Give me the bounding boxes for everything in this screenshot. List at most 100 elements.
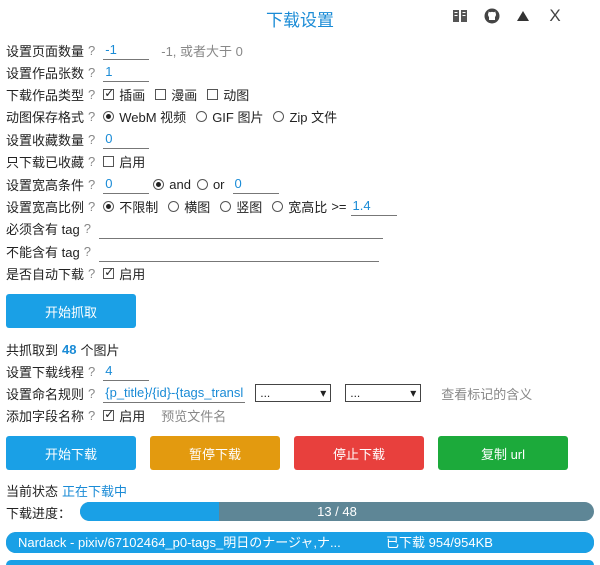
naming-select-1[interactable]: ... ▾ bbox=[255, 384, 332, 402]
radio-and[interactable]: and bbox=[153, 177, 191, 192]
threads-input[interactable] bbox=[103, 361, 150, 381]
setting-label: 动图保存格式 bbox=[6, 109, 85, 125]
checkbox-box[interactable] bbox=[103, 407, 114, 421]
work-count-input[interactable] bbox=[103, 62, 150, 82]
checkbox-auto-download[interactable]: 启用 bbox=[103, 264, 145, 283]
stop-download-button[interactable]: 停止下载 bbox=[294, 436, 424, 470]
radio-label: and bbox=[169, 176, 191, 192]
radio-label: 竖图 bbox=[236, 199, 263, 215]
radio-dot[interactable] bbox=[168, 200, 180, 212]
setting-label: 设置页面数量 bbox=[6, 43, 85, 59]
checkbox-box[interactable] bbox=[103, 86, 114, 100]
status-value: 正在下载中 bbox=[62, 483, 128, 499]
pause-download-button[interactable]: 暂停下载 bbox=[150, 436, 280, 470]
select-value: ... bbox=[350, 386, 361, 400]
help-icon[interactable]: ? bbox=[88, 266, 95, 281]
naming-help-link[interactable]: 查看标记的含义 bbox=[441, 384, 532, 403]
radio-no-limit[interactable]: 不限制 bbox=[103, 197, 158, 216]
radio-dot[interactable] bbox=[153, 178, 165, 190]
radio-gif[interactable]: GIF 图片 bbox=[196, 107, 263, 126]
copy-url-button[interactable]: 复制 url bbox=[438, 436, 568, 470]
start-crawl-button[interactable]: 开始抓取 bbox=[6, 294, 136, 328]
triangle-up-icon[interactable] bbox=[513, 6, 533, 26]
radio-label: WebM 视频 bbox=[119, 109, 187, 125]
checkbox-box[interactable] bbox=[155, 88, 167, 100]
file-progress-bar: Nardack - pixiv/67102464_p0-tags_明日のナージャ… bbox=[6, 532, 594, 553]
progress-label: 下载进度： bbox=[6, 505, 72, 521]
preview-filename-link[interactable]: 预览文件名 bbox=[161, 406, 226, 425]
summary-suffix: 个图片 bbox=[80, 342, 120, 358]
radio-label: 宽高比 bbox=[288, 199, 328, 215]
setting-label: 添加字段名称 bbox=[6, 408, 85, 424]
chevron-down-icon: ▾ bbox=[410, 386, 417, 400]
gte-label: >= bbox=[331, 198, 347, 214]
not-tag-input[interactable] bbox=[98, 240, 379, 262]
help-icon[interactable]: ? bbox=[88, 65, 95, 80]
progress-label-row: 下载进度： bbox=[6, 502, 71, 522]
page-count-hint: -1, 或者大于 0 bbox=[161, 43, 243, 59]
github-icon[interactable] bbox=[482, 6, 502, 26]
radio-label: 不限制 bbox=[119, 199, 159, 215]
checkbox-label: 漫画 bbox=[171, 87, 198, 103]
checkbox-label: 动图 bbox=[223, 87, 250, 103]
radio-dot[interactable] bbox=[103, 110, 115, 122]
page-title: 下载设置 bbox=[266, 11, 334, 30]
radio-dot[interactable] bbox=[273, 110, 285, 122]
help-icon[interactable]: ? bbox=[88, 364, 95, 379]
radio-label: GIF 图片 bbox=[212, 109, 264, 125]
help-icon[interactable]: ? bbox=[88, 109, 95, 124]
close-button[interactable]: X bbox=[545, 6, 565, 26]
radio-vertical[interactable]: 竖图 bbox=[220, 197, 262, 216]
radio-or[interactable]: or bbox=[196, 176, 225, 192]
checkbox-ugoira[interactable]: 动图 bbox=[207, 85, 249, 104]
setting-work-type: 下载作品类型 ? 插画 漫画 动图 bbox=[6, 84, 259, 104]
overall-progress-bar: 13 / 48 bbox=[80, 502, 594, 521]
help-icon[interactable]: ? bbox=[88, 386, 95, 401]
checkbox-only-bookmarked[interactable]: 启用 bbox=[103, 152, 145, 171]
checkbox-manga[interactable]: 漫画 bbox=[155, 85, 197, 104]
radio-dot[interactable] bbox=[272, 200, 284, 212]
help-icon[interactable]: ? bbox=[88, 199, 95, 214]
help-icon[interactable]: ? bbox=[88, 87, 95, 102]
radio-dot[interactable] bbox=[196, 110, 208, 122]
help-icon[interactable]: ? bbox=[84, 221, 91, 236]
checkbox-box[interactable] bbox=[207, 88, 219, 100]
help-icon[interactable]: ? bbox=[88, 408, 95, 423]
setting-field-names: 添加字段名称 ? 启用 预览文件名 bbox=[6, 405, 226, 425]
radio-dot[interactable] bbox=[103, 200, 115, 212]
start-download-button[interactable]: 开始下载 bbox=[6, 436, 136, 470]
help-icon[interactable]: ? bbox=[88, 154, 95, 169]
naming-select-2[interactable]: ... ▾ bbox=[345, 384, 422, 402]
must-tag-input[interactable] bbox=[98, 217, 383, 239]
radio-dot[interactable] bbox=[196, 178, 208, 190]
help-icon[interactable]: ? bbox=[88, 177, 95, 192]
setting-work-count: 设置作品张数 ? bbox=[6, 62, 150, 82]
radio-label: 横图 bbox=[184, 199, 211, 215]
radio-horizontal[interactable]: 横图 bbox=[168, 197, 210, 216]
checkbox-illust[interactable]: 插画 bbox=[103, 85, 145, 104]
help-icon[interactable]: ? bbox=[84, 244, 91, 259]
setting-ugoira-format: 动图保存格式 ? WebM 视频 GIF 图片 Zip 文件 bbox=[6, 106, 347, 126]
help-icon[interactable]: ? bbox=[88, 43, 95, 58]
download-status: 当前状态 正在下载中 bbox=[6, 480, 127, 500]
radio-label: or bbox=[212, 176, 225, 192]
width-input[interactable] bbox=[103, 174, 150, 194]
radio-webm[interactable]: WebM 视频 bbox=[103, 107, 186, 126]
radio-zip[interactable]: Zip 文件 bbox=[273, 107, 337, 126]
naming-input[interactable] bbox=[103, 383, 246, 403]
setting-label: 设置下载线程 bbox=[6, 364, 85, 380]
radio-aspect-ratio[interactable]: 宽高比 bbox=[272, 197, 327, 216]
ratio-input[interactable] bbox=[350, 196, 397, 216]
bookmark-count-input[interactable] bbox=[103, 129, 150, 149]
radio-dot[interactable] bbox=[220, 200, 232, 212]
checkbox-label: 启用 bbox=[119, 266, 146, 282]
book-icon[interactable] bbox=[450, 6, 470, 26]
page-count-input[interactable] bbox=[103, 40, 150, 60]
setting-label: 设置宽高比例 bbox=[6, 199, 85, 215]
chevron-down-icon: ▾ bbox=[320, 386, 327, 400]
checkbox-box[interactable] bbox=[103, 265, 114, 279]
checkbox-box[interactable] bbox=[103, 155, 115, 167]
checkbox-field-names[interactable]: 启用 bbox=[103, 406, 145, 425]
help-icon[interactable]: ? bbox=[88, 132, 95, 147]
height-input[interactable] bbox=[232, 174, 279, 194]
